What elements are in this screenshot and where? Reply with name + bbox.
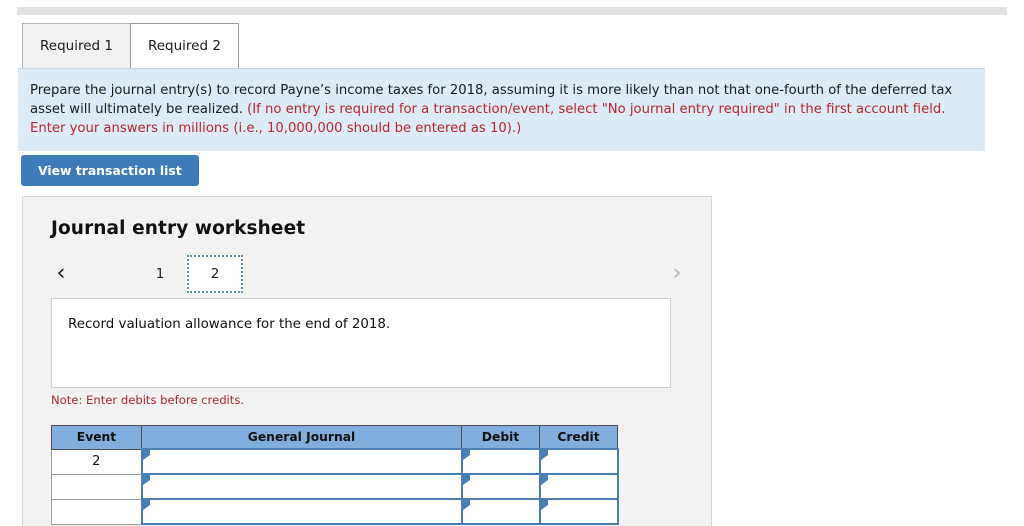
worksheet-pager: ‹ 1 2 › bbox=[48, 255, 688, 295]
chevron-right-icon[interactable]: › bbox=[664, 258, 690, 288]
tab-required-2-label: Required 2 bbox=[147, 38, 221, 54]
general-journal-input-row-3[interactable] bbox=[140, 498, 463, 525]
general-journal-input-row-2[interactable] bbox=[140, 473, 463, 500]
debit-input-row-2[interactable] bbox=[460, 473, 541, 500]
credit-input-row-2[interactable] bbox=[538, 473, 619, 500]
table-row: 2 bbox=[51, 448, 619, 475]
table-row bbox=[51, 473, 619, 500]
tab-required-1[interactable]: Required 1 bbox=[22, 23, 131, 68]
debit-input-row-3[interactable] bbox=[460, 498, 541, 525]
credit-input-row-1[interactable] bbox=[538, 448, 619, 475]
instruction-panel: Prepare the journal entry(s) to record P… bbox=[18, 68, 985, 151]
tab-required-2[interactable]: Required 2 bbox=[129, 23, 239, 68]
table-row bbox=[51, 498, 619, 525]
column-header-debit: Debit bbox=[461, 425, 540, 450]
journal-entry-worksheet-card: Journal entry worksheet ‹ 1 2 › Record v… bbox=[22, 196, 712, 526]
credit-input-row-3[interactable] bbox=[538, 498, 619, 525]
entry-description-box: Record valuation allowance for the end o… bbox=[51, 298, 671, 388]
chevron-left-icon[interactable]: ‹ bbox=[48, 258, 74, 288]
event-cell-row-2 bbox=[51, 473, 142, 500]
tab-strip: Required 1 Required 2 bbox=[22, 21, 239, 68]
column-header-general-journal: General Journal bbox=[141, 425, 462, 450]
worksheet-page-1[interactable]: 1 bbox=[138, 255, 182, 293]
view-transaction-list-button[interactable]: View transaction list bbox=[21, 155, 199, 186]
debits-before-credits-note: Note: Enter debits before credits. bbox=[51, 393, 245, 407]
general-journal-input-row-1[interactable] bbox=[140, 448, 463, 475]
column-header-event: Event bbox=[51, 425, 142, 450]
journal-entry-table: Event General Journal Debit Credit 2 bbox=[51, 425, 619, 525]
worksheet-title: Journal entry worksheet bbox=[51, 218, 306, 239]
worksheet-page-2[interactable]: 2 bbox=[187, 255, 243, 293]
horizontal-scrollbar[interactable] bbox=[17, 7, 1007, 15]
entry-description-text: Record valuation allowance for the end o… bbox=[68, 317, 391, 332]
debit-input-row-1[interactable] bbox=[460, 448, 541, 475]
event-cell-row-1: 2 bbox=[51, 448, 142, 475]
column-header-credit: Credit bbox=[539, 425, 618, 450]
event-cell-row-3 bbox=[51, 498, 142, 525]
table-header-row: Event General Journal Debit Credit bbox=[51, 425, 618, 450]
tab-required-1-label: Required 1 bbox=[40, 38, 113, 54]
view-transaction-list-label: View transaction list bbox=[38, 163, 182, 178]
